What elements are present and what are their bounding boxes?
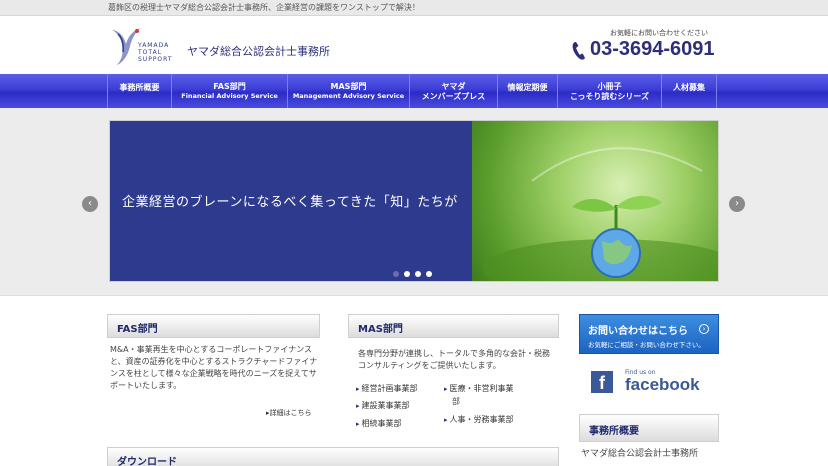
office-panel-header[interactable]: 事務所概要 xyxy=(579,414,719,442)
sprout-globe-image xyxy=(482,147,718,281)
nav-sublabel: Management Advisory Service xyxy=(292,92,405,100)
nav-label: 事務所概要 xyxy=(119,83,160,92)
slide-caption: 企業経営のブレーンになるべく集ってきた「知」たちが xyxy=(122,195,458,210)
nav-sublabel: こっそり読むシリーズ xyxy=(569,92,650,101)
phone-number: 03-3694-6091 xyxy=(590,38,715,60)
nav-label: 人材募集 xyxy=(673,83,705,92)
logo-swoosh-icon xyxy=(112,28,140,65)
slider-dot[interactable] xyxy=(426,271,432,277)
logo[interactable]: YAMADA TOTAL SUPPORT xyxy=(108,26,188,70)
nav-sublabel: Financial Advisory Service xyxy=(181,92,278,100)
logo-line-2: TOTAL xyxy=(138,49,163,56)
fas-body: M&A・事業再生を中心とするコーポレートファイナンスと、資産の証券化を中心とする… xyxy=(110,345,318,390)
nav-item-members-press[interactable]: ヤマダ メンバーズプレス xyxy=(409,74,497,108)
contact-button[interactable]: お問い合わせはこちら › お気軽にご相談・お問い合わせ下さい。 xyxy=(579,314,719,354)
mas-link-inheritance[interactable]: 相続事業部 xyxy=(356,418,402,430)
mas-link-medical-wrap: 部 xyxy=(452,397,460,406)
facebook-link[interactable]: f Find us on facebook xyxy=(579,364,719,400)
slide[interactable]: 企業経営のブレーンになるべく集ってきた「知」たちが xyxy=(109,120,719,282)
tagline: 葛飾区の税理士ヤマダ総合公認会計士事務所、企業経営の課題をワンストップで解決！ xyxy=(108,3,420,12)
fas-more-link[interactable]: ▸詳細はこちら xyxy=(266,408,312,418)
nav-item-info[interactable]: 情報定期便 xyxy=(497,74,557,108)
mas-link-construction[interactable]: 建設業事業部 xyxy=(356,400,410,412)
nav-item-mas[interactable]: MAS部門 Management Advisory Service xyxy=(287,74,409,108)
nav-label: MAS部門 xyxy=(330,82,367,91)
firm-name[interactable]: ヤマダ総合公認会計士事務所 xyxy=(187,43,330,59)
slider-dots xyxy=(393,271,432,277)
chevron-left-icon[interactable]: ‹ xyxy=(82,196,98,212)
contact-button-sub: お気軽にご相談・お問い合わせ下さい。 xyxy=(588,341,705,349)
nav-items: 事務所概要 FAS部門 Financial Advisory Service M… xyxy=(107,74,717,108)
facebook-icon: f xyxy=(591,371,613,393)
nav-label: FAS部門 xyxy=(213,82,246,91)
nav-item-fas[interactable]: FAS部門 Financial Advisory Service xyxy=(171,74,287,108)
office-name: ヤマダ総合公認会計士事務所 xyxy=(581,449,699,459)
download-title: ダウンロード xyxy=(117,457,177,466)
mas-link-management-plan[interactable]: 経営計画事業部 xyxy=(356,383,418,395)
top-bar: 葛飾区の税理士ヤマダ総合公認会計士事務所、企業経営の課題をワンストップで解決！ xyxy=(0,0,828,16)
chevron-right-icon[interactable]: › xyxy=(729,196,745,212)
main-nav: 事務所概要 FAS部門 Financial Advisory Service M… xyxy=(0,74,828,108)
mas-body: 各専門分野が連携し、トータルで多角的な会計・税務コンサルティングをご提供いたしま… xyxy=(358,349,550,370)
nav-label: 情報定期便 xyxy=(507,83,548,92)
nav-sublabel: メンバーズプレス xyxy=(421,92,486,101)
contact-note: お気軽にお問い合わせください xyxy=(610,29,708,37)
slide-image xyxy=(472,121,718,281)
slider-dot[interactable] xyxy=(404,271,410,277)
mas-title: MAS部門 xyxy=(358,324,403,335)
download-panel-header[interactable]: ダウンロード xyxy=(107,447,559,466)
mas-link-hr[interactable]: 人事・労務事業部 xyxy=(444,414,514,426)
header: YAMADA TOTAL SUPPORT ヤマダ総合公認会計士事務所 お気軽にお… xyxy=(0,16,828,74)
phone-icon xyxy=(572,42,585,60)
nav-item-recruit[interactable]: 人材募集 xyxy=(661,74,717,108)
mas-link-medical[interactable]: 医療・非営利事業 xyxy=(444,383,514,395)
contact-button-label: お問い合わせはこちら xyxy=(588,326,688,337)
slider-dot[interactable] xyxy=(393,271,399,277)
nav-label: ヤマダ xyxy=(441,82,466,91)
fas-title: FAS部門 xyxy=(117,324,158,335)
logo-text: YAMADA TOTAL SUPPORT xyxy=(138,42,173,63)
logo-line-3: SUPPORT xyxy=(138,56,173,63)
fas-more-label: 詳細はこちら xyxy=(269,409,312,417)
fas-panel-header[interactable]: FAS部門 xyxy=(107,314,320,338)
nav-label: 小冊子 xyxy=(597,82,622,91)
facebook-wordmark: facebook xyxy=(625,375,700,394)
mas-panel-header[interactable]: MAS部門 xyxy=(348,314,559,338)
office-title: 事務所概要 xyxy=(589,426,639,437)
chevron-right-circle-icon: › xyxy=(699,324,709,334)
logo-line-1: YAMADA xyxy=(138,42,170,49)
slide-text-panel: 企業経営のブレーンになるべく集ってきた「知」たちが xyxy=(110,121,472,281)
nav-item-booklet[interactable]: 小冊子 こっそり読むシリーズ xyxy=(557,74,661,108)
hero-slider: ‹ 企業経営のブレーンになるべく集ってきた「知」たちが › xyxy=(0,108,828,296)
slider-dot[interactable] xyxy=(415,271,421,277)
nav-item-office[interactable]: 事務所概要 xyxy=(107,74,171,108)
